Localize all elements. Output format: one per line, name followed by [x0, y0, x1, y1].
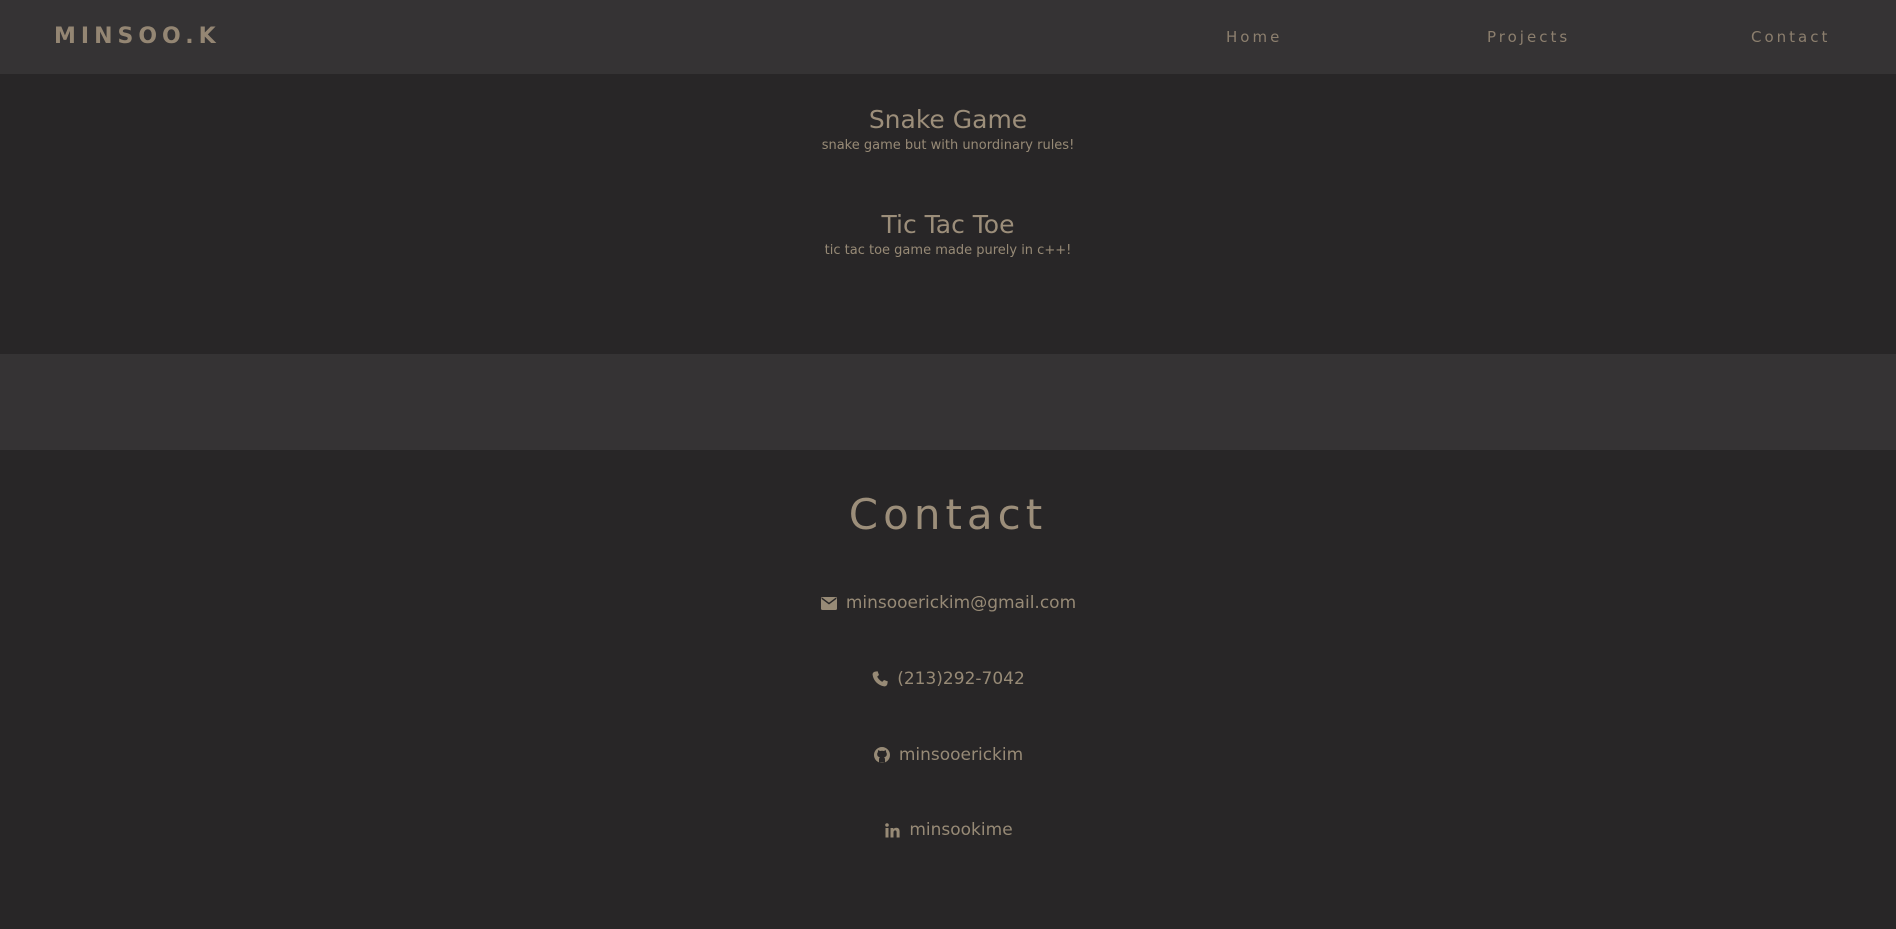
- contact-linkedin-text: minsookime: [909, 820, 1013, 840]
- github-icon: [873, 746, 891, 764]
- nav-link-contact[interactable]: Contact: [1751, 27, 1830, 47]
- linkedin-icon: [883, 821, 901, 839]
- project-description: snake game but with unordinary rules!: [821, 138, 1075, 153]
- project-title: Tic Tac Toe: [881, 210, 1015, 239]
- envelope-icon: [820, 594, 838, 612]
- contact-phone-link[interactable]: (213)292-7042: [0, 668, 1896, 690]
- project-description: tic tac toe game made purely in c++!: [824, 243, 1072, 258]
- section-divider-band: [0, 354, 1896, 450]
- contact-heading: Contact: [848, 490, 1048, 539]
- project-card-snake-game[interactable]: Snake Game snake game but with unordinar…: [0, 104, 1896, 155]
- phone-icon: [871, 670, 889, 688]
- contact-email-text: minsooerickim@gmail.com: [845, 593, 1077, 613]
- nav-link-home[interactable]: Home: [1226, 27, 1282, 47]
- contact-github-link[interactable]: minsooerickim: [0, 744, 1896, 766]
- nav-link-projects[interactable]: Projects: [1487, 27, 1570, 47]
- project-title: Snake Game: [868, 105, 1028, 134]
- brand-logo[interactable]: MINSOO.K: [54, 23, 221, 51]
- contact-phone-text: (213)292-7042: [897, 669, 1025, 689]
- project-card-tic-tac-toe[interactable]: Tic Tac Toe tic tac toe game made purely…: [0, 209, 1896, 260]
- projects-section: Snake Game snake game but with unordinar…: [0, 74, 1896, 354]
- contact-github-text: minsooerickim: [898, 745, 1024, 765]
- contact-linkedin-link[interactable]: minsookime: [0, 819, 1896, 841]
- contact-section: Contact minsooerickim@gmail.com (213)292…: [0, 450, 1896, 929]
- navbar: MINSOO.K Home Projects Contact: [0, 0, 1896, 74]
- contact-email-link[interactable]: minsooerickim@gmail.com: [0, 592, 1896, 614]
